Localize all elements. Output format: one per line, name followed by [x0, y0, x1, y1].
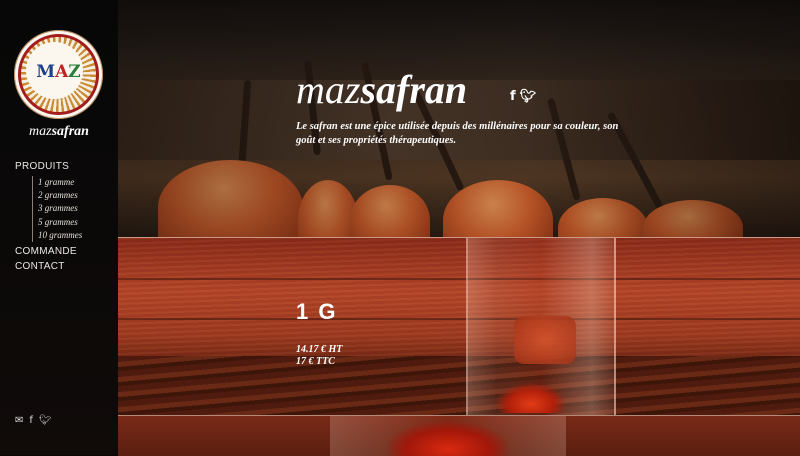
submenu-item-2-grammes[interactable]: 2 grammes [38, 189, 115, 202]
saffron-threads [496, 383, 566, 413]
hero-social-links: f 🐦︎ [510, 89, 536, 104]
product-section-1g: 1 G 14.17 € HT 17 € TTC [118, 237, 800, 416]
price-ht: 14.17 € HT [296, 344, 343, 355]
nav-item-contact[interactable]: CONTACT [15, 259, 115, 274]
produits-submenu: 1 gramme 2 grammes 3 grammes 5 grammes 1… [32, 176, 115, 243]
nav-item-produits[interactable]: PRODUITS [15, 159, 115, 174]
main-nav: PRODUITS 1 gramme 2 grammes 3 grammes 5 … [15, 159, 115, 274]
hero-banner: mazsafran f 🐦︎ Le safran est une épice u… [118, 0, 800, 237]
product-title: 1 G [296, 299, 338, 324]
maz-logo[interactable]: MAZ [14, 30, 103, 119]
logo-letter-m: M [36, 62, 56, 82]
submenu-item-3-grammes[interactable]: 3 grammes [38, 202, 115, 215]
hero-tagline: Le safran est une épice utilisée depuis … [296, 121, 619, 146]
submenu-item-10-grammes[interactable]: 10 grammes [38, 229, 115, 242]
logo-letter-a: A [55, 62, 69, 82]
jar-reflection [514, 316, 576, 364]
sidebar-social-links: ✉ f 🐦︎ [15, 415, 52, 426]
envelope-icon[interactable]: ✉ [15, 415, 23, 426]
sidebar-brand-name[interactable]: mazsafran [0, 124, 118, 140]
facebook-icon[interactable]: f [29, 415, 33, 426]
wood-plank-line [118, 318, 800, 320]
wood-grain [118, 238, 800, 356]
title-light: maz [296, 67, 361, 112]
saffron-threads [388, 422, 508, 456]
product-section-next [118, 415, 800, 456]
nav-item-commande[interactable]: COMMANDE [15, 244, 115, 259]
twitter-icon[interactable]: 🐦︎ [520, 89, 537, 104]
logo-letter-z: Z [68, 62, 81, 82]
logo-letters: MAZ [14, 62, 103, 82]
brand-bold: safran [51, 124, 89, 139]
sidebar: MAZ mazsafran PRODUITS 1 gramme 2 gramme… [0, 0, 118, 455]
facebook-icon[interactable]: f [510, 89, 516, 104]
hero-overlay [118, 0, 800, 237]
wood-plank-line [118, 278, 800, 280]
submenu-item-5-grammes[interactable]: 5 grammes [38, 216, 115, 229]
title-bold: safran [360, 67, 468, 112]
site-title: mazsafran [296, 66, 467, 114]
price-ttc: 17 € TTC [296, 356, 335, 367]
wooden-table [118, 356, 800, 416]
twitter-icon[interactable]: 🐦︎ [39, 415, 52, 426]
submenu-item-1-gramme[interactable]: 1 gramme [38, 176, 115, 189]
brand-light: maz [29, 124, 52, 139]
